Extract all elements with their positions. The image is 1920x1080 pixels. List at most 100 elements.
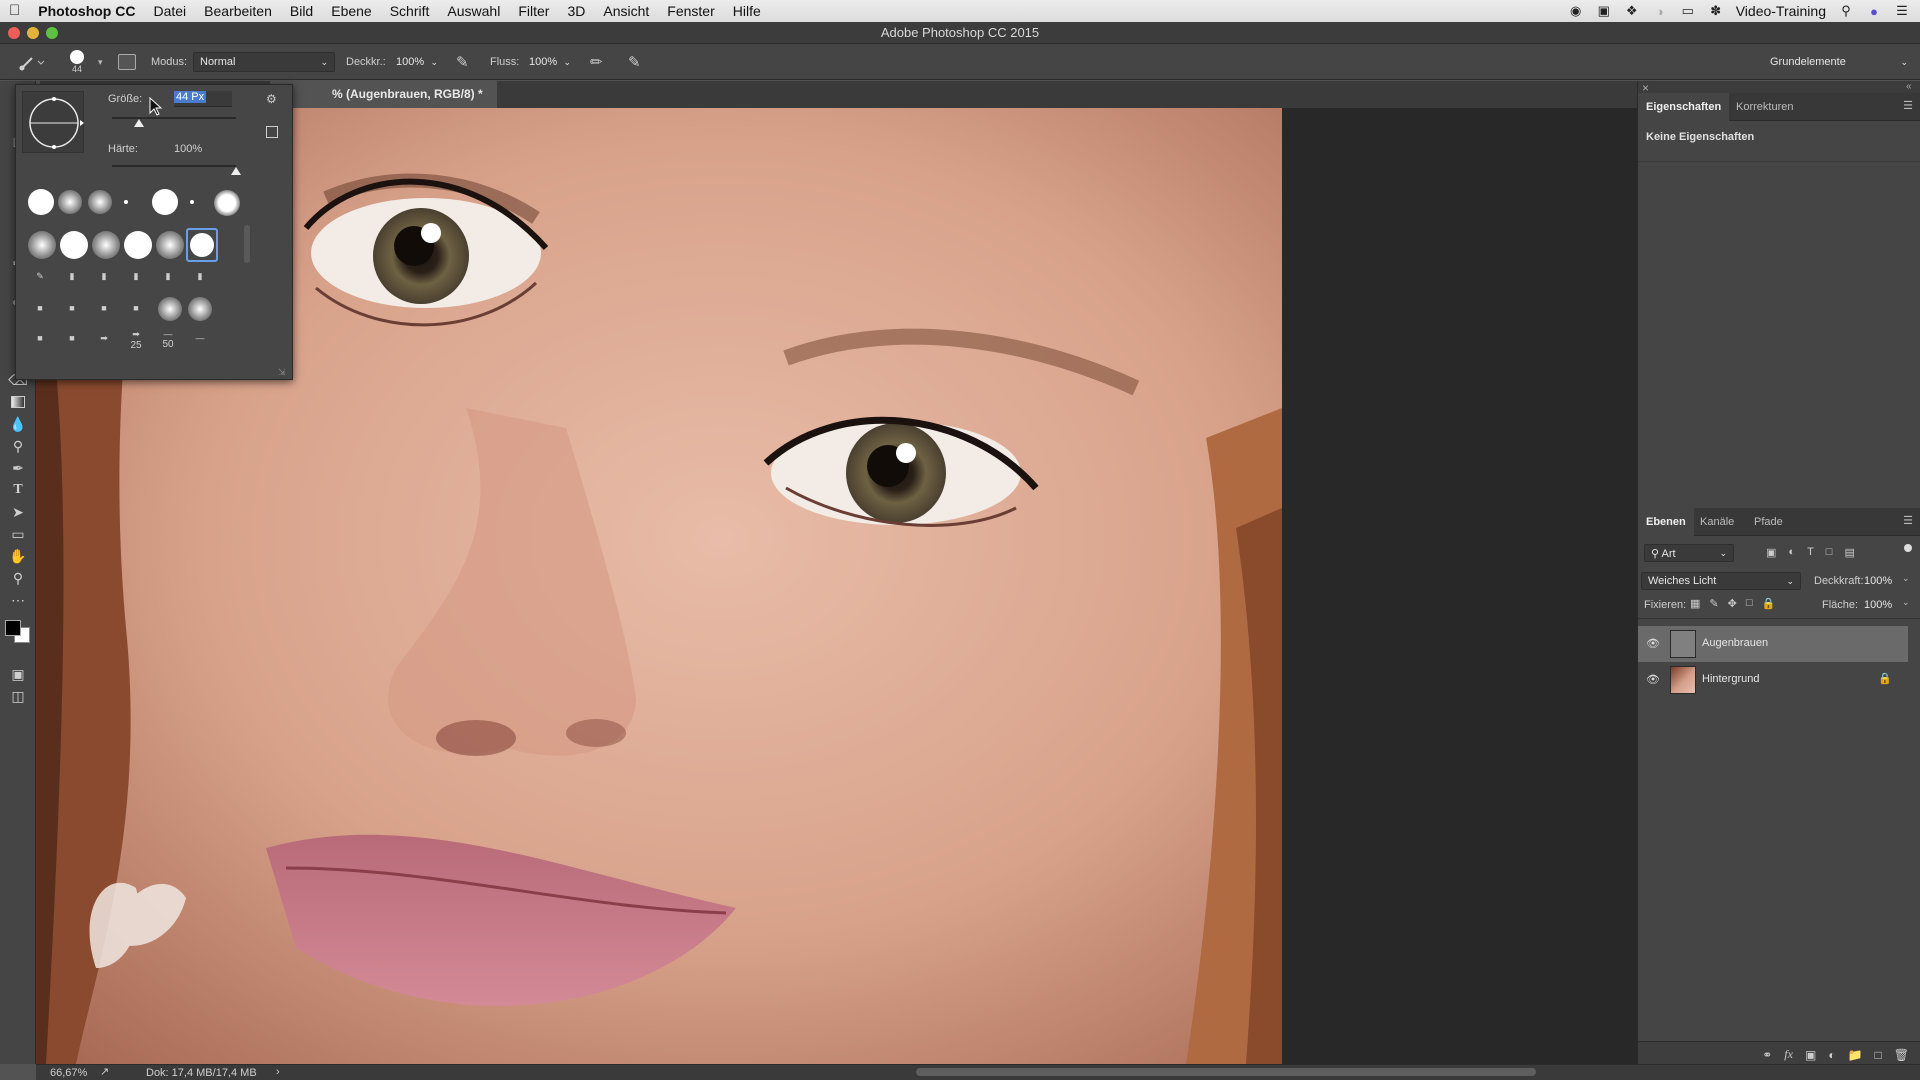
apple-menu-icon[interactable]:  (0, 0, 29, 22)
lock-transparent-pixels-icon[interactable]: ▦ (1690, 597, 1700, 610)
toggle-brush-panel-button[interactable] (118, 44, 136, 80)
flow-field[interactable]: 100% ⌄ (523, 52, 577, 72)
menu-auswahl[interactable]: Auswahl (438, 0, 509, 22)
brush-angle-preview[interactable] (22, 91, 84, 153)
spotlight-search-icon[interactable]: ⚲ (1838, 3, 1854, 18)
type-layer-filter-icon[interactable]: T (1807, 546, 1814, 559)
notification-center-icon[interactable]: ☰ (1894, 3, 1910, 18)
brush-preset[interactable] (28, 189, 54, 215)
tool-pen[interactable]: ✒ (6, 457, 30, 479)
layer-name[interactable]: Hintergrund (1702, 673, 1759, 685)
menu-datei[interactable]: Datei (144, 0, 195, 22)
document-tab[interactable]: % (Augenbrauen, RGB/8) * (270, 81, 497, 108)
brush-preset[interactable]: ■ (62, 333, 82, 345)
blend-mode-select[interactable]: Weiches Licht ⌄ (1641, 572, 1801, 590)
layer-name[interactable]: Augenbrauen (1702, 637, 1768, 649)
layer-style-fx-icon[interactable]: fx (1784, 1047, 1793, 1062)
add-mask-icon[interactable]: ▣ (1805, 1048, 1816, 1062)
hardness-slider-track[interactable] (112, 165, 236, 167)
document-info[interactable]: Dok: 17,4 MB/17,4 MB (146, 1067, 257, 1079)
pressure-opacity-button[interactable]: ✎ (456, 44, 469, 80)
user-menu-label[interactable]: Video-Training (1736, 3, 1826, 19)
brush-preset[interactable]: — (190, 333, 210, 345)
tool-gradient[interactable] (6, 391, 30, 413)
bluetooth-icon[interactable]: ✽ (1708, 3, 1724, 18)
chevron-down-icon[interactable]: ⌄ (1902, 597, 1910, 608)
brush-preset[interactable]: ▮ (158, 271, 178, 283)
brush-preset[interactable]: ➡ 25 (122, 329, 150, 351)
menu-filter[interactable]: Filter (509, 0, 558, 22)
color-swatches[interactable] (2, 615, 32, 645)
status-menu-arrow-icon[interactable]: › (276, 1066, 280, 1078)
wifi-icon[interactable]: ◑ (1652, 4, 1668, 19)
new-preset-icon[interactable] (266, 126, 278, 138)
zoom-level[interactable]: 66,67% (50, 1067, 87, 1079)
fill-value[interactable]: 100% (1864, 599, 1892, 611)
brush-preset[interactable] (28, 231, 56, 259)
horizontal-scrollbar[interactable] (916, 1068, 1536, 1076)
collapse-panels-icon[interactable]: « (1906, 81, 1912, 92)
panel-menu-icon[interactable]: ☰ (1903, 514, 1913, 527)
workspace-switcher[interactable]: Grundelemente ⌄ (1764, 52, 1914, 72)
menu-ebene[interactable]: Ebene (322, 0, 380, 22)
smart-object-filter-icon[interactable]: ▤ (1844, 546, 1854, 559)
brush-preset[interactable] (188, 297, 212, 321)
tool-more[interactable]: ⋯ (6, 589, 30, 611)
chevron-down-icon[interactable]: ⌄ (1902, 573, 1910, 584)
brush-preset[interactable]: ✎ (30, 271, 50, 283)
tool-rectangle[interactable]: ▭ (6, 523, 30, 545)
brush-preset[interactable]: ▮ (126, 271, 146, 283)
brush-preset[interactable] (92, 231, 120, 259)
brush-preset[interactable] (58, 190, 82, 214)
menu-bearbeiten[interactable]: Bearbeiten (195, 0, 281, 22)
brush-preset[interactable] (60, 231, 88, 259)
menu-ansicht[interactable]: Ansicht (594, 0, 658, 22)
brush-preset[interactable] (124, 200, 128, 204)
menu-schrift[interactable]: Schrift (381, 0, 439, 22)
tool-dodge[interactable]: ⚲ (6, 435, 30, 457)
link-layers-icon[interactable]: ⚭ (1762, 1048, 1772, 1062)
menu-fenster[interactable]: Fenster (658, 0, 723, 22)
opacity-field[interactable]: 100% ⌄ (390, 52, 444, 72)
brush-preset-selected[interactable] (186, 228, 218, 262)
lock-image-pixels-icon[interactable]: ✎ (1709, 597, 1718, 610)
layer-row-augenbrauen[interactable]: 👁 Augenbrauen (1638, 626, 1908, 662)
size-slider-track[interactable] (112, 117, 236, 119)
window-close-button[interactable] (8, 27, 20, 39)
menu-3d[interactable]: 3D (558, 0, 594, 22)
new-layer-icon[interactable]: □ (1875, 1048, 1882, 1062)
brush-preset[interactable]: ▮ (62, 271, 82, 283)
brush-preset[interactable] (158, 297, 182, 321)
delete-layer-trash-icon[interactable]: 🗑 (1894, 1048, 1909, 1062)
shape-layer-filter-icon[interactable]: □ (1826, 546, 1833, 559)
lock-position-icon[interactable]: ✥ (1728, 597, 1737, 610)
layer-opacity-value[interactable]: 100% (1864, 575, 1892, 587)
brush-preset[interactable] (88, 190, 112, 214)
tab-eigenschaften[interactable]: Eigenschaften (1638, 93, 1730, 121)
layer-visibility-eye-icon[interactable]: 👁 (1646, 673, 1662, 687)
mode-select[interactable]: Normal ⌄ (193, 52, 335, 72)
creative-cloud-sync-icon[interactable]: ▣ (1596, 3, 1612, 18)
lock-artboard-icon[interactable]: □ (1746, 597, 1753, 610)
hardness-value[interactable]: 100% (174, 143, 202, 155)
brush-preset[interactable] (124, 231, 152, 259)
menu-hilfe[interactable]: Hilfe (724, 0, 770, 22)
brush-preset[interactable] (214, 190, 240, 216)
layer-row-hintergrund[interactable]: 👁 Hintergrund 🔒 (1638, 662, 1908, 698)
brush-preset[interactable]: ➡ (94, 333, 114, 345)
brush-preset[interactable]: ■ (94, 303, 114, 315)
brush-preset[interactable]: ▮ (190, 271, 210, 283)
adjustment-layer-icon[interactable]: ◐ (1828, 1048, 1835, 1062)
pixel-layer-filter-icon[interactable]: ▣ (1766, 546, 1776, 559)
tab-ebenen[interactable]: Ebenen (1638, 508, 1694, 536)
hardness-slider-thumb[interactable] (231, 167, 241, 175)
filter-toggle-icon[interactable] (1904, 544, 1912, 552)
tool-blur[interactable]: 💧 (6, 413, 30, 435)
app-menu[interactable]: Photoshop CC (29, 0, 144, 22)
screen-mode-button[interactable]: ◫ (6, 685, 30, 707)
resize-grip-icon[interactable]: ⇲ (278, 367, 286, 378)
brush-preset[interactable]: ■ (30, 333, 50, 345)
brush-preset[interactable]: —50 (154, 329, 182, 350)
brush-preset[interactable]: ▮ (94, 271, 114, 283)
menu-bild[interactable]: Bild (281, 0, 322, 22)
